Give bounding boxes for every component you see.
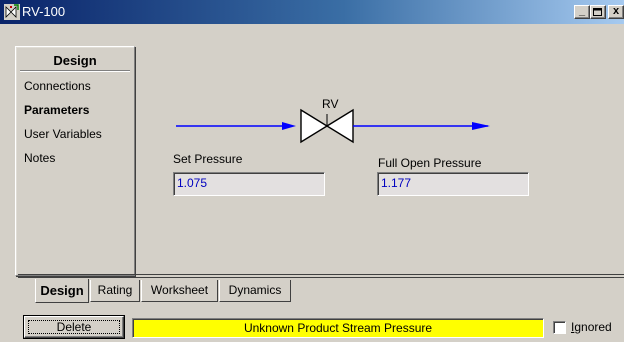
set-pressure-label: Set Pressure <box>173 152 243 166</box>
minimize-button[interactable]: _ <box>574 5 590 19</box>
tab-dynamics[interactable]: Dynamics <box>219 280 291 302</box>
maximize-button[interactable] <box>590 5 606 19</box>
nav-item-parameters[interactable]: Parameters <box>24 103 89 118</box>
title-bar[interactable]: RV-100 _ x <box>0 0 624 24</box>
tab-divider <box>30 274 624 278</box>
nav-item-notes[interactable]: Notes <box>24 151 55 166</box>
tab-divider-left <box>18 274 30 278</box>
nav-header: Design <box>20 51 130 71</box>
nav-item-user-variables[interactable]: User Variables <box>24 127 102 142</box>
ignored-label-text: gnored <box>574 320 612 334</box>
close-button[interactable]: x <box>608 5 624 19</box>
delete-button-label: Delete <box>28 320 120 334</box>
full-open-pressure-input[interactable]: 1.177 <box>377 172 529 196</box>
maximize-icon <box>593 8 602 16</box>
valve-diagram: RV <box>176 97 490 144</box>
tab-worksheet[interactable]: Worksheet <box>141 280 218 302</box>
main-area: Design Connections Parameters User Varia… <box>0 24 624 342</box>
set-pressure-input[interactable]: 1.075 <box>173 172 325 196</box>
tab-design[interactable]: Design <box>35 279 89 303</box>
relief-valve-icon <box>4 4 20 20</box>
ignored-label[interactable]: Ignored <box>571 320 612 334</box>
design-nav-panel: Design Connections Parameters User Varia… <box>15 46 135 276</box>
valve-left-triangle <box>300 108 329 144</box>
status-message: Unknown Product Stream Pressure <box>132 318 544 338</box>
outlet-arrow-icon <box>472 122 490 130</box>
tab-rating[interactable]: Rating <box>90 280 140 302</box>
window-title: RV-100 <box>22 4 66 19</box>
valve-right-triangle <box>325 108 354 144</box>
nav-item-connections[interactable]: Connections <box>24 79 91 94</box>
delete-button[interactable]: Delete <box>24 316 124 338</box>
full-open-pressure-label: Full Open Pressure <box>378 156 482 170</box>
inlet-arrow-icon <box>282 122 296 130</box>
valve-label: RV <box>322 97 338 111</box>
ignored-checkbox[interactable] <box>553 321 566 334</box>
